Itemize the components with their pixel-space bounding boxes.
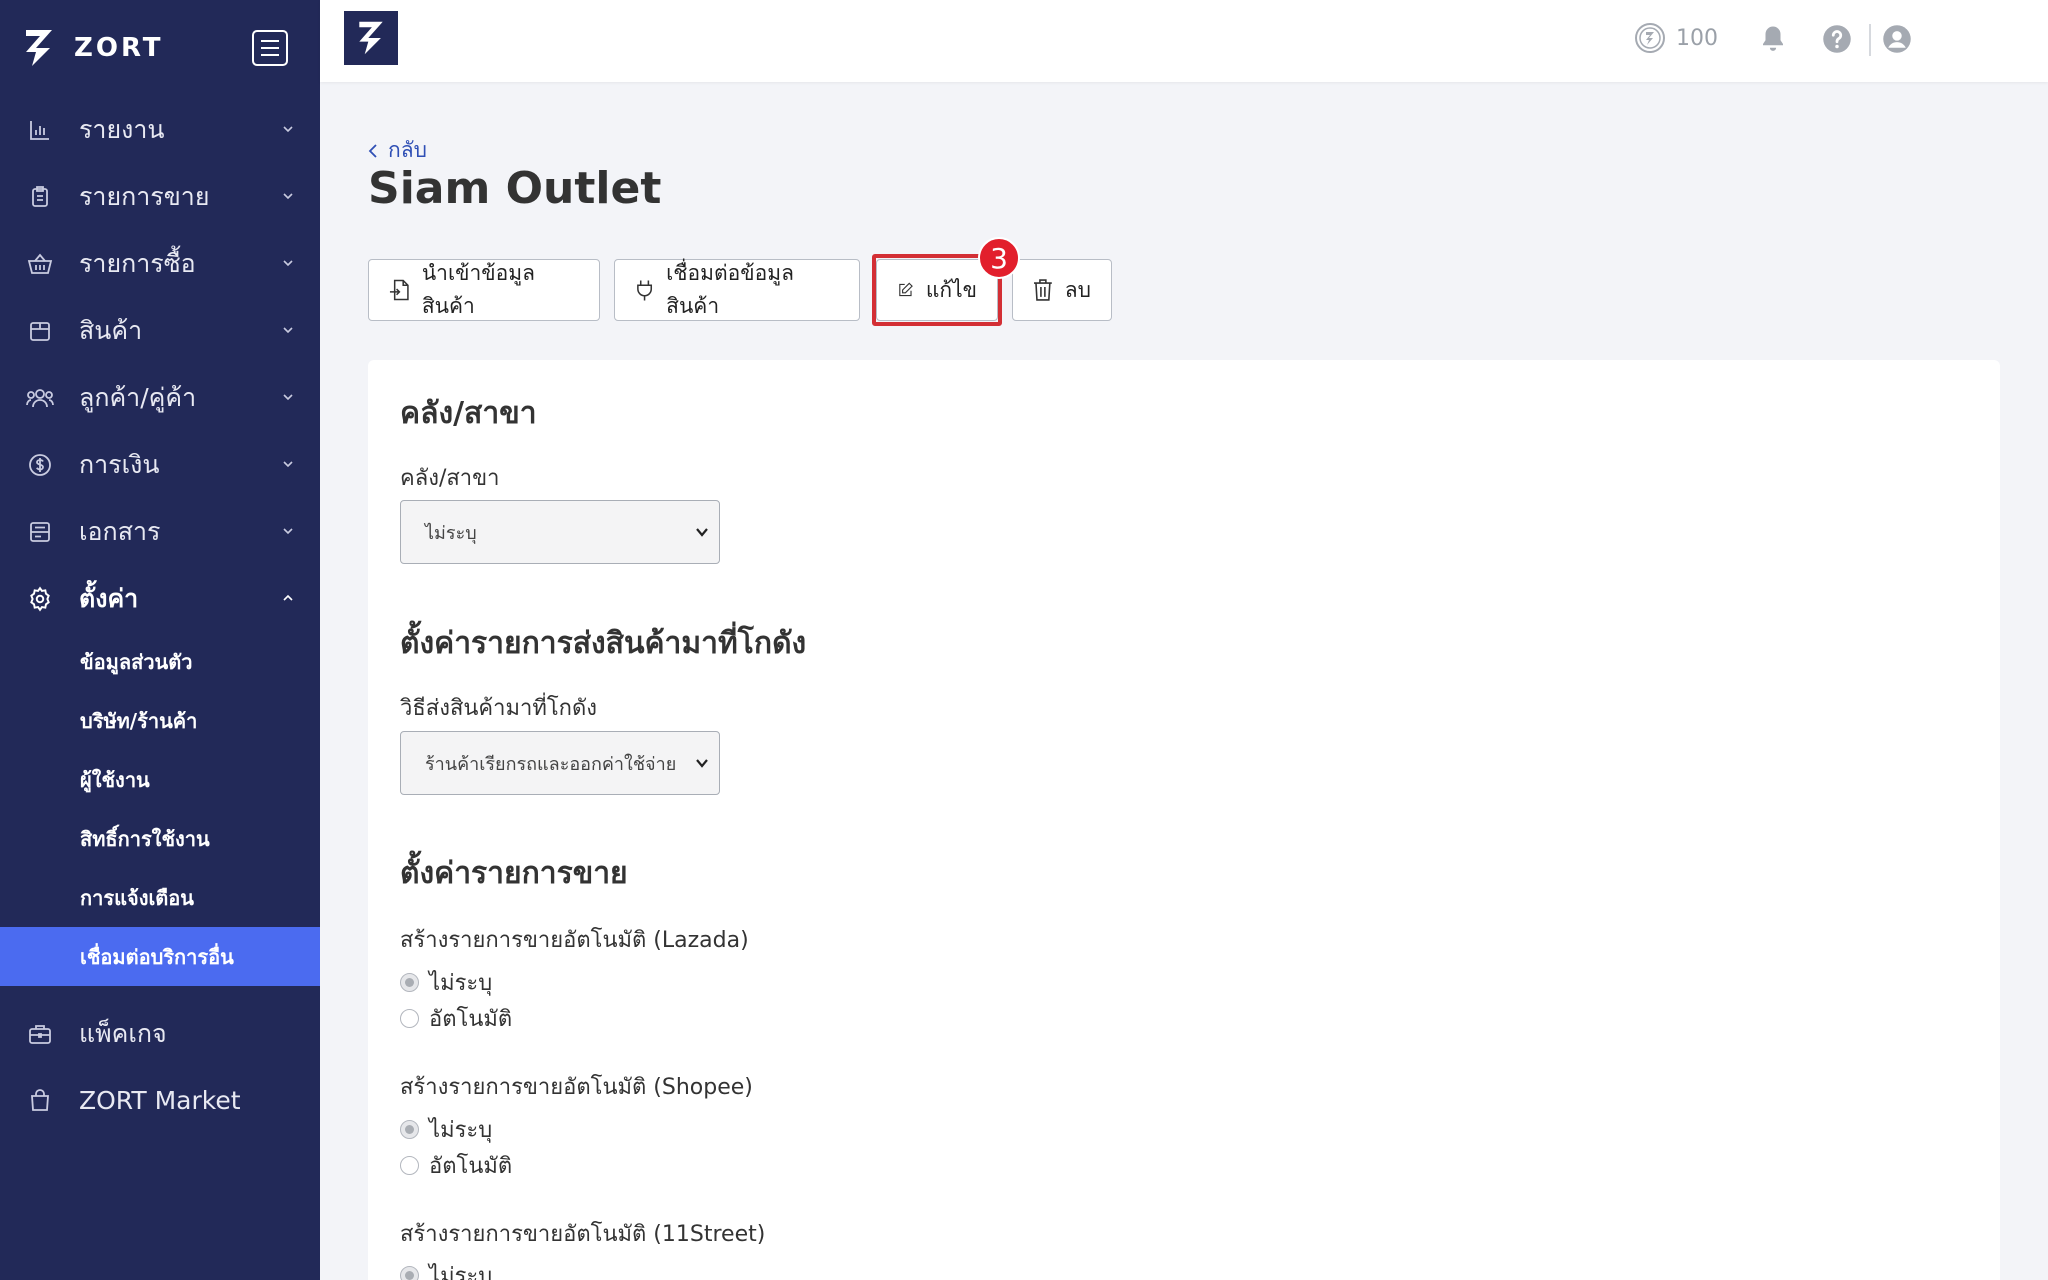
page-title: Siam Outlet	[368, 163, 662, 214]
chevron-down-icon	[696, 528, 708, 537]
sidebar-item-documents[interactable]: เอกสาร	[0, 498, 320, 565]
sidebar-nav: รายงาน รายการขาย รายการซื้อ สินค้า ลูกค้…	[0, 96, 320, 632]
sidebar-nav-bottom: แพ็คเกจ ZORT Market	[0, 1000, 320, 1134]
shopping-bag-icon	[26, 1087, 54, 1115]
clipboard-icon	[26, 183, 54, 211]
user-account-icon[interactable]	[1882, 24, 1912, 54]
credit-count: 100	[1676, 25, 1718, 51]
document-icon	[26, 518, 54, 546]
chevron-down-icon	[283, 528, 293, 535]
chevron-down-icon	[283, 260, 293, 267]
sidebar-item-package[interactable]: แพ็คเกจ	[0, 1000, 320, 1067]
sidebar-item-finance[interactable]: การเงิน	[0, 431, 320, 498]
shopee-option-none[interactable]: ไม่ระบุ	[400, 1112, 492, 1147]
sidebar: ZORT รายงาน รายการขาย รายการซื้อ สินค้า …	[0, 0, 320, 1280]
sales-section-title: ตั้งค่ารายการขาย	[400, 856, 628, 891]
chevron-down-icon	[283, 461, 293, 468]
radio-checked[interactable]	[400, 1120, 419, 1139]
sidebar-subitem-permissions[interactable]: สิทธิ์การใช้งาน	[0, 809, 320, 868]
11street-option-none[interactable]: ไม่ระบุ	[400, 1258, 492, 1280]
brand-name: ZORT	[74, 33, 164, 63]
sidebar-subitem-company[interactable]: บริษัท/ร้านค้า	[0, 691, 320, 750]
briefcase-icon	[26, 1020, 54, 1048]
shipping-method-select[interactable]: ร้านค้าเรียกรถและออกค่าใช้จ่าย	[400, 731, 720, 795]
dollar-icon	[26, 451, 54, 479]
lazada-option-auto[interactable]: อัตโนมัติ	[400, 1001, 512, 1036]
chevron-down-icon	[283, 126, 293, 133]
users-icon	[26, 384, 54, 412]
import-products-button[interactable]: นำเข้าข้อมูลสินค้า	[368, 259, 600, 321]
sidebar-subitem-profile[interactable]: ข้อมูลส่วนตัว	[0, 632, 320, 691]
settings-card: คลัง/สาขา คลัง/สาขา ไม่ระบุ ตั้งค่ารายกา…	[368, 360, 2000, 1280]
help-icon[interactable]	[1822, 24, 1852, 54]
warehouse-label: คลัง/สาขา	[400, 466, 500, 491]
chevron-down-icon	[283, 193, 293, 200]
sidebar-subitem-notifications[interactable]: การแจ้งเตือน	[0, 868, 320, 927]
brand: ZORT	[0, 0, 320, 96]
step-badge: 3	[978, 237, 1020, 279]
shipping-section-title: ตั้งค่ารายการส่งสินค้ามาที่โกดัง	[400, 626, 807, 661]
radio-checked[interactable]	[400, 1266, 419, 1280]
settings-subnav: ข้อมูลส่วนตัว บริษัท/ร้านค้า ผู้ใช้งาน ส…	[0, 632, 320, 986]
credit-balance[interactable]: 100	[1634, 22, 1718, 54]
sidebar-item-zort-market[interactable]: ZORT Market	[0, 1067, 320, 1134]
radio-unchecked[interactable]	[400, 1009, 419, 1028]
chevron-left-icon	[368, 143, 377, 158]
lazada-option-none[interactable]: ไม่ระบุ	[400, 965, 492, 1000]
sidebar-subitem-users[interactable]: ผู้ใช้งาน	[0, 750, 320, 809]
chart-icon	[26, 116, 54, 144]
auto-shopee-label: สร้างรายการขายอัตโนมัติ (Shopee)	[400, 1075, 753, 1100]
top-bar: 100	[320, 0, 2048, 82]
sidebar-item-customers[interactable]: ลูกค้า/คู่ค้า	[0, 364, 320, 431]
connect-products-button[interactable]: เชื่อมต่อข้อมูลสินค้า	[614, 259, 860, 321]
zort-logo-icon[interactable]	[344, 11, 398, 65]
warehouse-select[interactable]: ไม่ระบุ	[400, 500, 720, 564]
coin-icon	[1635, 23, 1665, 53]
basket-icon	[26, 250, 54, 278]
topbar-divider	[1869, 24, 1871, 56]
menu-toggle-icon[interactable]	[252, 30, 288, 66]
plug-icon	[637, 280, 653, 301]
gear-icon	[26, 585, 54, 613]
auto-lazada-label: สร้างรายการขายอัตโนมัติ (Lazada)	[400, 928, 749, 953]
shipping-method-label: วิธีส่งสินค้ามาที่โกดัง	[400, 696, 598, 721]
sidebar-item-products[interactable]: สินค้า	[0, 297, 320, 364]
bell-icon[interactable]	[1758, 24, 1788, 54]
trash-icon	[1033, 279, 1052, 301]
radio-checked[interactable]	[400, 973, 419, 992]
delete-button[interactable]: ลบ	[1012, 259, 1112, 321]
auto-11street-label: สร้างรายการขายอัตโนมัติ (11Street)	[400, 1222, 766, 1247]
sidebar-item-sales[interactable]: รายการขาย	[0, 163, 320, 230]
zort-logo-icon[interactable]	[24, 28, 54, 68]
file-import-icon	[389, 279, 409, 301]
sidebar-item-settings[interactable]: ตั้งค่า	[0, 565, 320, 632]
shopee-option-auto[interactable]: อัตโนมัติ	[400, 1148, 512, 1183]
box-icon	[26, 317, 54, 345]
sidebar-subitem-integrations[interactable]: เชื่อมต่อบริการอื่น	[0, 927, 320, 986]
chevron-down-icon	[283, 394, 293, 401]
radio-unchecked[interactable]	[400, 1156, 419, 1175]
chevron-down-icon	[283, 327, 293, 334]
chevron-down-icon	[696, 759, 708, 768]
sidebar-item-reports[interactable]: รายงาน	[0, 96, 320, 163]
sidebar-item-purchases[interactable]: รายการซื้อ	[0, 230, 320, 297]
warehouse-section-title: คลัง/สาขา	[400, 396, 537, 431]
chevron-up-icon	[283, 594, 293, 601]
